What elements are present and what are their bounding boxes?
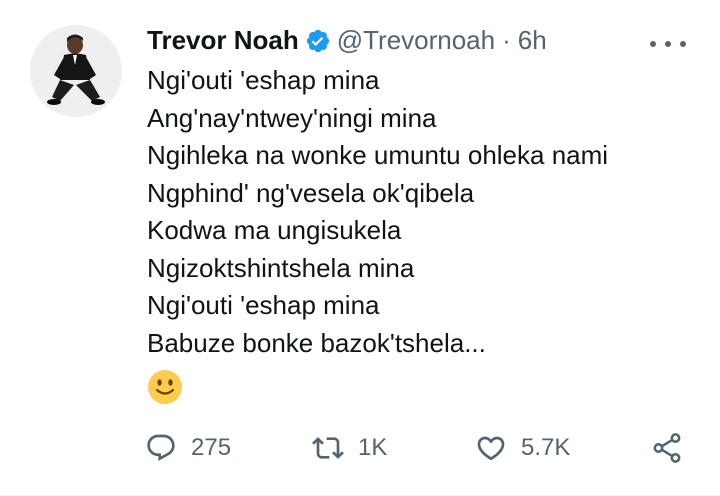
tweet-text: Ngi'outi 'eshap mina Ang'nay'ntwey'ningi…: [147, 62, 707, 362]
share-button[interactable]: [650, 420, 684, 476]
avatar[interactable]: [30, 25, 122, 117]
tweet-header: Trevor Noah @Trevornoah · 6h: [147, 22, 547, 58]
reply-button[interactable]: 275: [145, 420, 231, 476]
tweet-line: Ngi'outi 'eshap mina: [147, 290, 380, 320]
like-button[interactable]: 5.7K: [475, 420, 570, 476]
retweet-button[interactable]: 1K: [312, 420, 387, 476]
avatar-photo: [30, 25, 122, 117]
tweet-line: Ang'nay'ntwey'ningi mina: [147, 102, 437, 133]
author-handle[interactable]: @Trevornoah: [337, 22, 495, 58]
heart-icon: [477, 436, 505, 461]
tweet-line: Ngizoktshintshela mina: [147, 252, 415, 283]
tweet-line: Ngihleka na wonke umuntu ohleka nami: [147, 140, 609, 170]
verified-badge-icon: [305, 27, 331, 53]
like-count: 5.7K: [521, 434, 571, 461]
separator-dot: ·: [502, 25, 511, 55]
more-options-icon[interactable]: [650, 38, 686, 50]
slightly-smiling-face-icon: [147, 369, 183, 405]
tweet-line: Babuze bonke bazok'tshela...: [147, 327, 486, 358]
retweet-count: 1K: [358, 434, 388, 461]
reply-count: 275: [191, 434, 232, 461]
share-icon: [653, 433, 681, 463]
tweet-actions: 275 1K 5.7K: [0, 420, 720, 476]
tweet-line: Ngi'outi 'eshap mina: [147, 65, 380, 95]
author-name[interactable]: Trevor Noah: [147, 22, 299, 58]
tweet-timestamp[interactable]: 6h: [518, 22, 547, 58]
tweet-line: Ngphind' ng'vesela ok'qibela: [147, 177, 475, 208]
tweet-card[interactable]: Trevor Noah @Trevornoah · 6h Ngi'outi 'e…: [0, 0, 720, 496]
reply-icon: [147, 434, 175, 461]
retweet-icon: [312, 437, 344, 459]
tweet-line: Kodwa ma ungisukela: [147, 215, 402, 245]
